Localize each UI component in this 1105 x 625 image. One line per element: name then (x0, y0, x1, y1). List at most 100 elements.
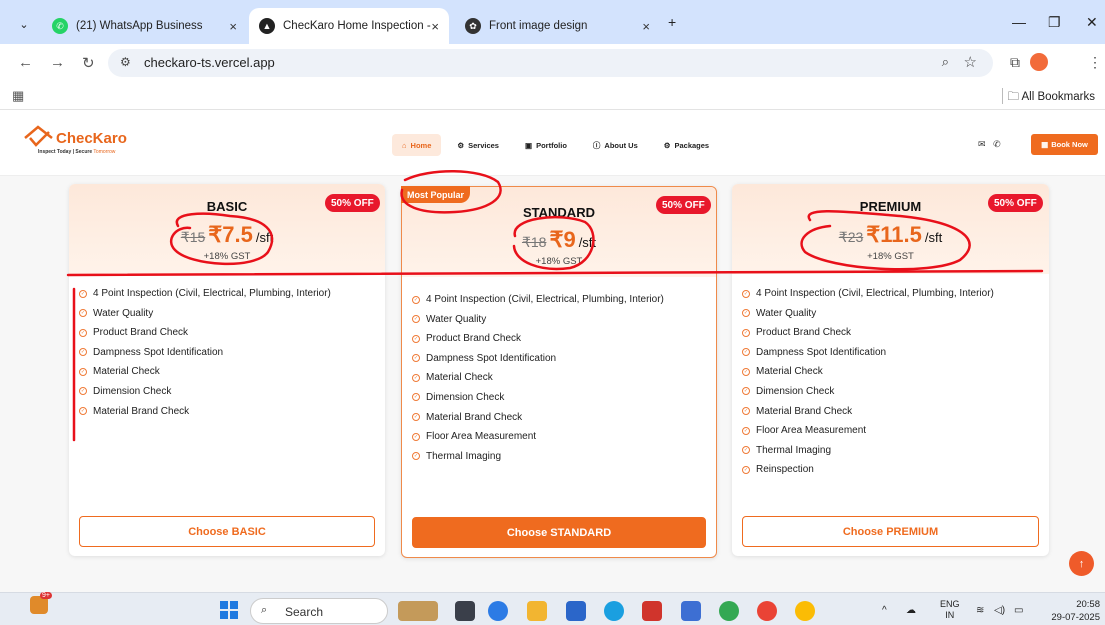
profile-avatar[interactable] (1030, 53, 1048, 71)
feature-item: ✓ Water Quality (742, 308, 994, 319)
nav-services[interactable]: ⚙ Services (447, 134, 509, 156)
choose-standard-button[interactable]: Choose STANDARD (412, 517, 706, 548)
tray-overflow-icon[interactable]: ^ (882, 605, 887, 616)
close-tab-icon[interactable]: × (229, 19, 237, 34)
feature-text: Thermal Imaging (756, 444, 832, 456)
ms-office-icon[interactable] (681, 601, 701, 621)
menu-kebab-icon[interactable]: ⋮ (1088, 54, 1102, 71)
openai-icon: ✿ (465, 18, 481, 34)
feature-item: ✓ Thermal Imaging (412, 451, 664, 462)
file-explorer-icon[interactable] (527, 601, 547, 621)
edge-icon[interactable] (604, 601, 624, 621)
close-tab-icon[interactable]: × (431, 19, 439, 34)
tab-search-chevron-icon[interactable]: ⌄ (14, 14, 34, 34)
url-bar[interactable]: ⚙ checkaro-ts.vercel.app ⌕ ☆ (108, 49, 993, 77)
tab-checkaro[interactable]: ▲ ChecKaro Home Inspection - In × (249, 8, 449, 44)
phone-icon[interactable]: ✆ (993, 139, 1001, 149)
check-circle-icon: ✓ (742, 465, 750, 474)
close-tab-icon[interactable]: × (642, 19, 650, 34)
feature-item: ✓ 4 Point Inspection (Civil, Electrical, … (412, 294, 664, 305)
zoom-icon[interactable]: ⌕ (942, 54, 949, 70)
feature-text: 4 Point Inspection (Civil, Electrical, P… (93, 288, 331, 299)
check-circle-icon: ✓ (412, 452, 420, 461)
nav-portfolio[interactable]: ▣ Portfolio (515, 134, 577, 156)
feature-text: Material Check (756, 366, 823, 378)
bookmark-star-icon[interactable]: ☆ (964, 53, 977, 71)
feature-item: ✓ Dimension Check (742, 386, 994, 397)
arrow-up-icon: ↑ (1078, 557, 1085, 570)
old-price: ₹23 (838, 229, 864, 245)
tab-front-image-design[interactable]: ✿ Front image design × (455, 8, 660, 44)
nav-packages[interactable]: ⚙ Packages (654, 134, 719, 156)
task-view-icon[interactable] (455, 601, 475, 621)
feature-item: ✓ 4 Point Inspection (Civil, Electrical, … (742, 288, 994, 299)
copilot-icon[interactable] (488, 601, 508, 621)
taskbar-clock[interactable]: 20:58 29-07-2025 (1045, 598, 1100, 624)
store-icon[interactable] (566, 601, 586, 621)
check-circle-icon: ✓ (742, 387, 750, 396)
feature-item: ✓ Product Brand Check (412, 333, 664, 344)
nav-home[interactable]: ⌂ Home (392, 134, 442, 156)
check-circle-icon: ✓ (412, 354, 420, 363)
notification-widget-icon[interactable]: 9+ (30, 592, 52, 614)
address-bar-row: ← → ↻ ⚙ checkaro-ts.vercel.app ⌕ ☆ ⧉ ⋮ (0, 44, 1105, 82)
brand-name: ChecKaro (56, 130, 127, 147)
battery-icon[interactable]: ▭ (1014, 605, 1023, 616)
feature-text: Dampness Spot Identification (756, 346, 887, 358)
check-circle-icon: ✓ (742, 289, 750, 298)
feature-text: Material Brand Check (756, 405, 853, 417)
language-indicator[interactable]: ENG IN (940, 599, 960, 621)
wps-icon[interactable] (642, 601, 662, 621)
feature-item: ✓ Dampness Spot Identification (412, 353, 664, 364)
feature-item: ✓ Reinspection (742, 464, 994, 475)
feature-text: Thermal Imaging (426, 450, 502, 462)
mail-icon[interactable]: ✉ (978, 139, 986, 149)
feature-text: Dampness Spot Identification (426, 352, 557, 364)
chrome-profile-icon[interactable] (757, 601, 777, 621)
choose-premium-button[interactable]: Choose PREMIUM (742, 516, 1039, 547)
check-circle-icon: ✓ (79, 407, 87, 416)
windows-start-icon[interactable] (220, 601, 238, 619)
price-unit: /sft (578, 235, 597, 250)
extensions-icon[interactable]: ⧉ (1010, 54, 1020, 71)
gst-note: +18% GST (867, 251, 914, 262)
forward-icon[interactable]: → (50, 54, 65, 71)
home-icon: ⌂ (402, 140, 407, 150)
discount-badge: 50% OFF (656, 196, 711, 214)
portfolio-icon: ▣ (524, 140, 533, 150)
reload-icon[interactable]: ↻ (82, 54, 95, 72)
wifi-icon[interactable]: ≋ (976, 605, 984, 616)
onedrive-icon[interactable]: ☁ (906, 605, 916, 616)
new-tab-icon[interactable]: + (668, 14, 676, 30)
all-bookmarks[interactable]: 🗀 All Bookmarks (1007, 89, 1095, 108)
feature-item: ✓ Product Brand Check (79, 327, 331, 338)
tab-whatsapp[interactable]: ✆ (21) WhatsApp Business × (42, 8, 247, 44)
house-check-logo-icon (24, 125, 53, 147)
minimize-icon[interactable]: — (1012, 14, 1026, 30)
book-now-button[interactable]: ▦ Book Now (1031, 134, 1098, 155)
feature-text: 4 Point Inspection (Civil, Electrical, P… (426, 294, 664, 305)
chrome-icon[interactable] (719, 601, 739, 621)
taskbar-search-input[interactable]: ⌕ Search (250, 598, 388, 624)
url-text: checkaro-ts.vercel.app (144, 55, 275, 70)
search-icon: ⌕ (261, 604, 268, 616)
feature-text: Product Brand Check (756, 327, 852, 339)
old-price: ₹15 (180, 229, 206, 245)
vercel-icon: ▲ (259, 18, 275, 34)
choose-basic-button[interactable]: Choose BASIC (79, 516, 375, 547)
main-nav: ⌂ Home ⚙ Services ▣ Portfolio ⓘ About Us ⚙ Pa… (392, 134, 719, 156)
apps-grid-icon[interactable]: ▦ (12, 88, 24, 104)
restore-icon[interactable]: ❐ (1048, 14, 1061, 31)
volume-icon[interactable]: ◁) (994, 605, 1005, 616)
site-info-icon[interactable]: ⚙ (120, 55, 131, 69)
back-icon[interactable]: ← (18, 54, 33, 71)
check-circle-icon: ✓ (742, 328, 750, 337)
feature-text: Dimension Check (426, 391, 505, 403)
feature-text: Water Quality (756, 307, 817, 319)
current-price: ₹9 (549, 227, 576, 252)
close-window-icon[interactable]: ✕ (1086, 14, 1098, 31)
scroll-to-top-button[interactable]: ↑ (1069, 551, 1094, 576)
chrome-active-icon[interactable] (795, 601, 815, 621)
nav-about[interactable]: ⓘ About Us (583, 134, 648, 156)
widgets-icon[interactable] (398, 601, 438, 621)
